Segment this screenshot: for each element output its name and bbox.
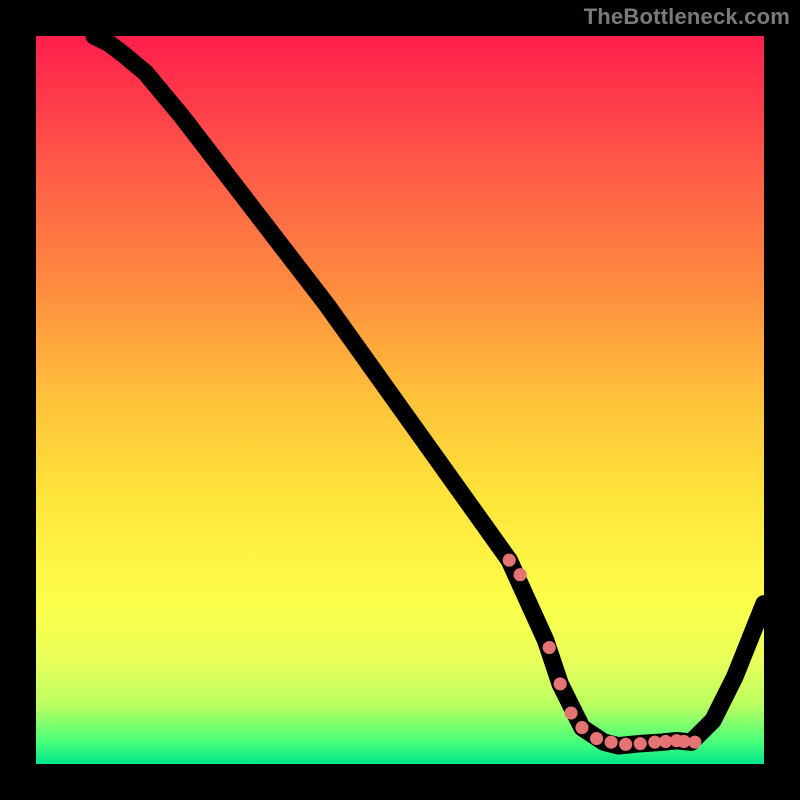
chart-svg [36, 36, 764, 764]
marker-point [554, 677, 567, 690]
marker-point [565, 706, 578, 719]
plot-area [36, 36, 764, 764]
marker-point [514, 568, 527, 581]
chart-frame: TheBottleneck.com [0, 0, 800, 800]
marker-point [605, 736, 618, 749]
marker-point [503, 554, 516, 567]
marker-point [543, 641, 556, 654]
marker-group [503, 554, 702, 751]
marker-point [590, 732, 603, 745]
marker-point [619, 738, 632, 751]
marker-point [688, 736, 701, 749]
attribution-label: TheBottleneck.com [584, 4, 790, 30]
bottleneck-curve [94, 36, 764, 746]
marker-point [634, 737, 647, 750]
marker-point [575, 721, 588, 734]
